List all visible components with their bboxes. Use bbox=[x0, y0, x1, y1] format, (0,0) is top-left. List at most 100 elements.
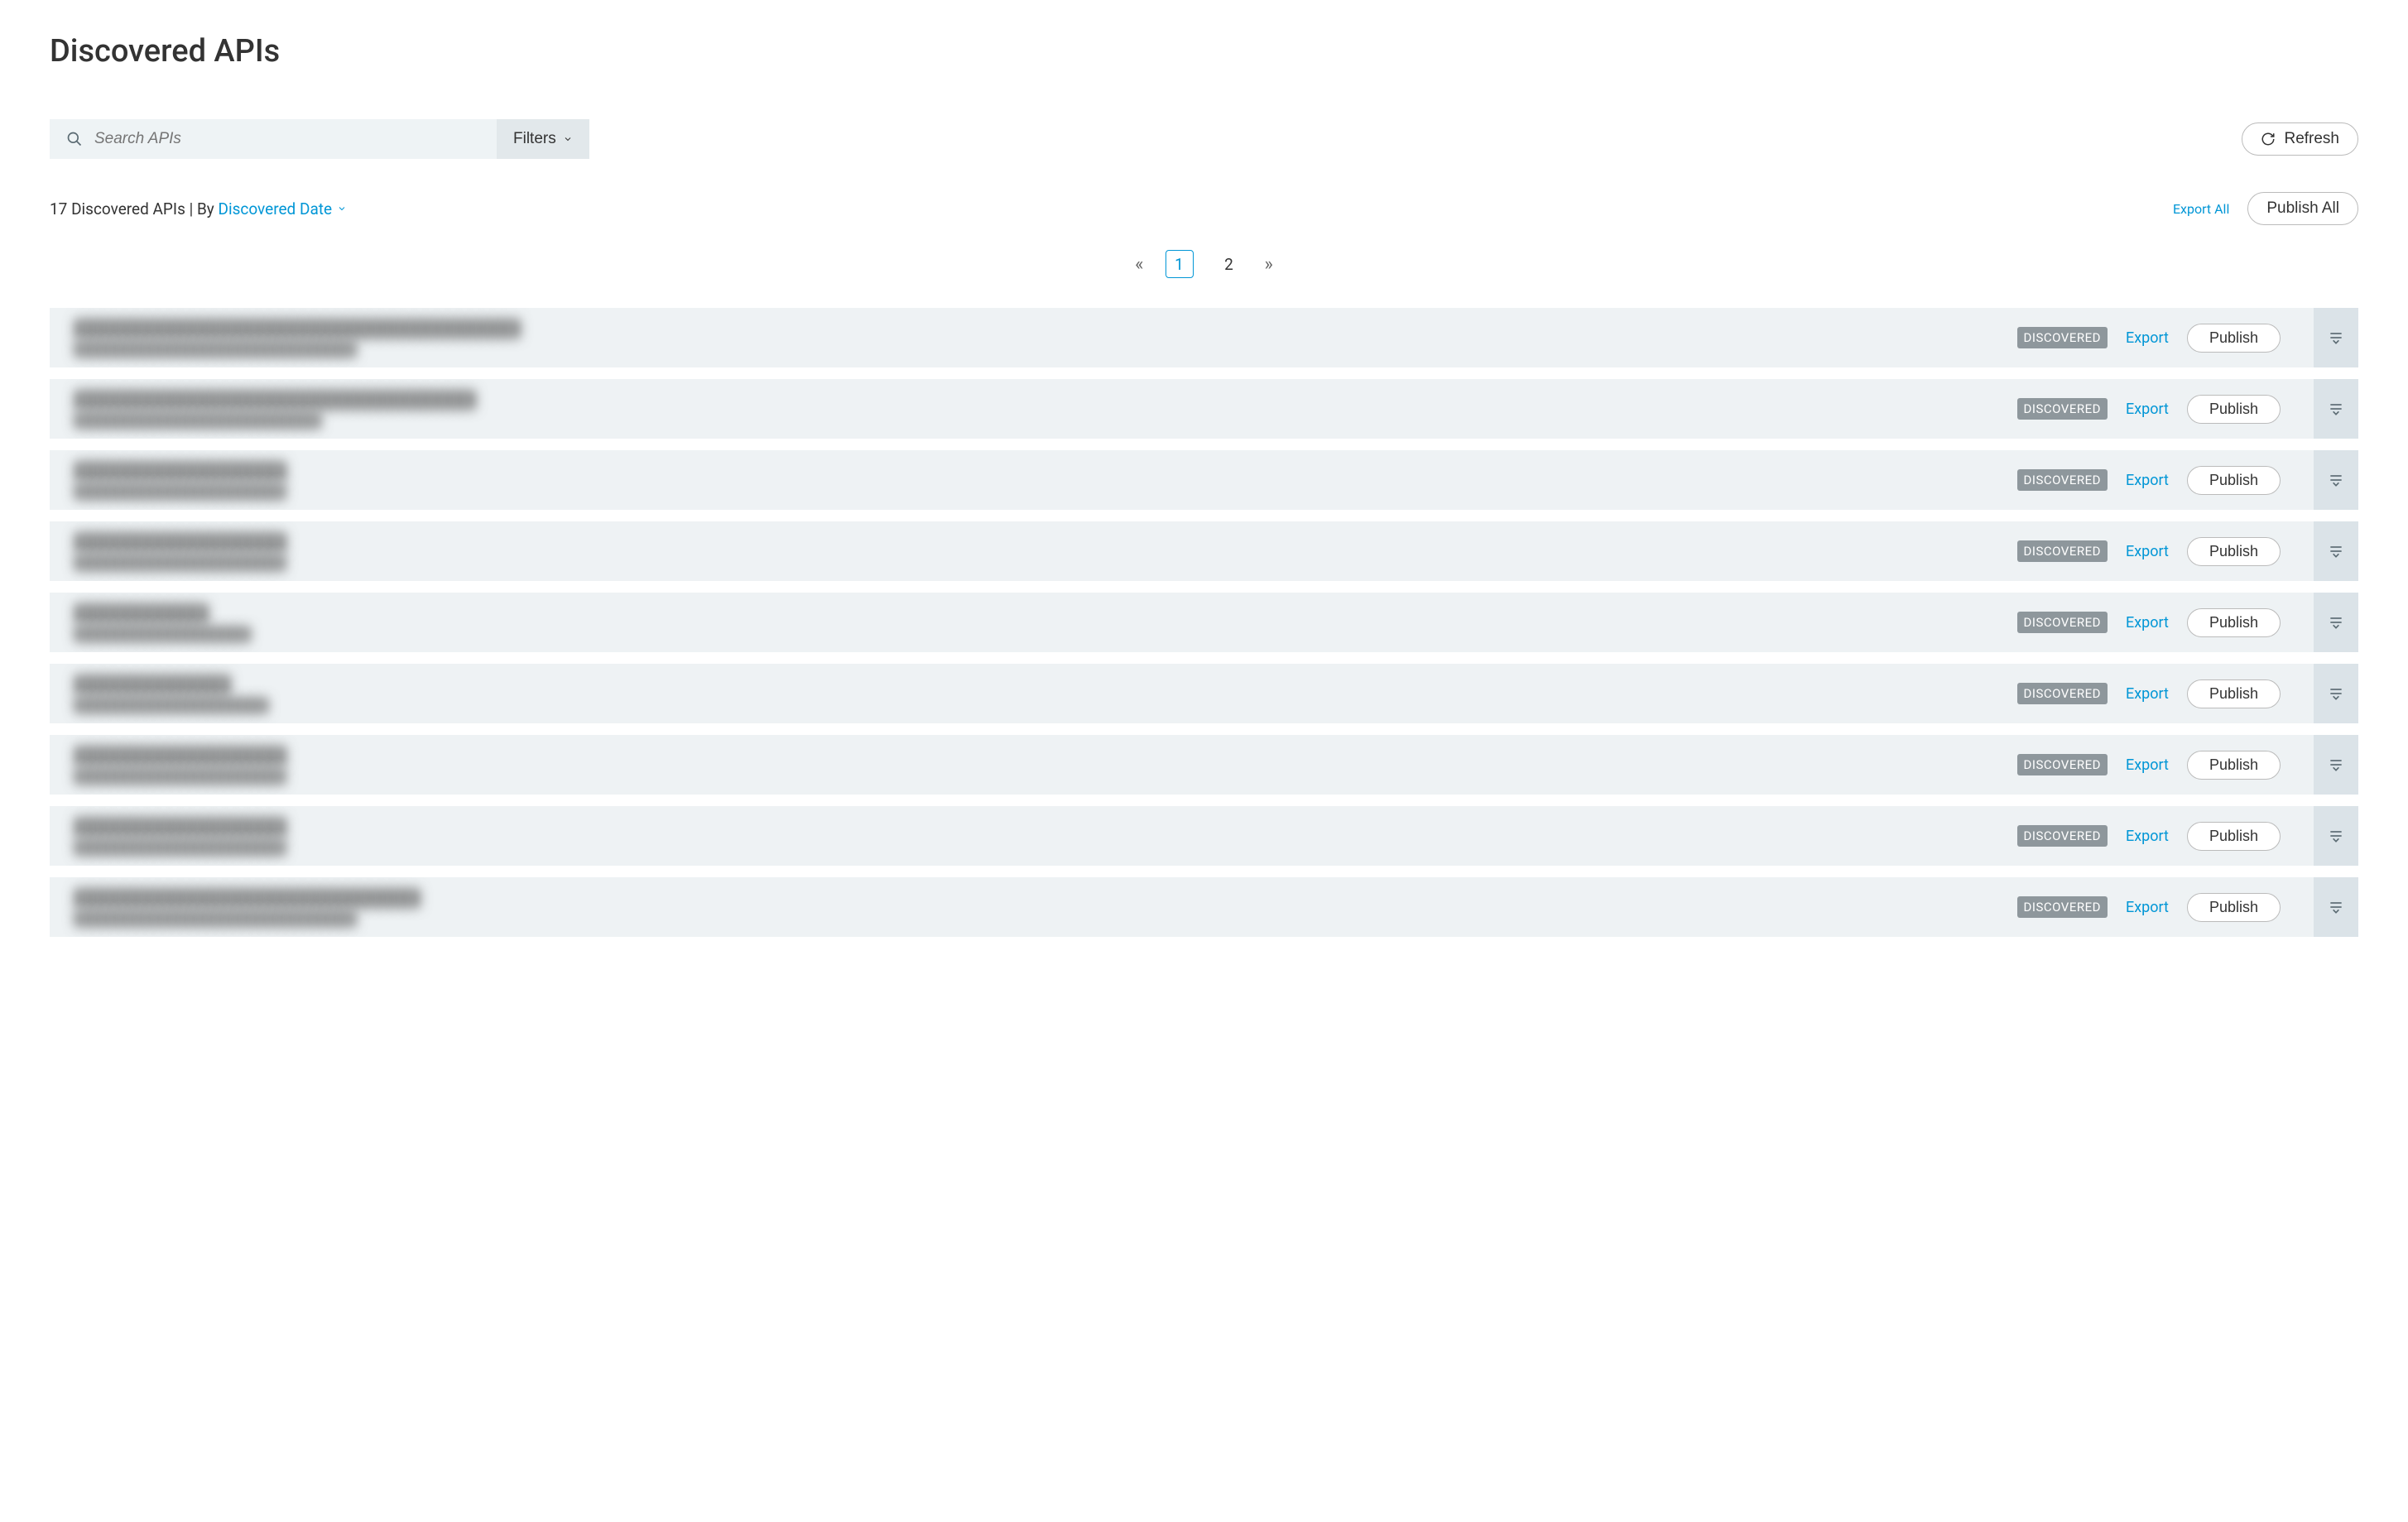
api-info[interactable]: ████████████████████████████████████████… bbox=[50, 521, 2017, 581]
api-row: ████████████████████████████████████████… bbox=[50, 450, 2358, 510]
export-all-link[interactable]: Export All bbox=[2173, 201, 2229, 217]
api-title: ████████████████████████████████████████ bbox=[74, 319, 1992, 338]
api-subtitle: ████████████████████████ bbox=[74, 555, 1992, 570]
menu-icon bbox=[2328, 401, 2344, 417]
row-menu-button[interactable] bbox=[2314, 521, 2358, 581]
publish-button[interactable]: Publish bbox=[2187, 751, 2281, 780]
row-menu-button[interactable] bbox=[2314, 877, 2358, 937]
menu-icon bbox=[2328, 614, 2344, 631]
export-link[interactable]: Export bbox=[2126, 685, 2169, 703]
api-info[interactable]: ████████████████████████████████████████… bbox=[50, 735, 2017, 795]
export-link[interactable]: Export bbox=[2126, 401, 2169, 418]
api-actions: DISCOVERED Export Publish bbox=[2017, 877, 2358, 937]
api-row: ████████████████████████████████████DISC… bbox=[50, 664, 2358, 723]
refresh-icon bbox=[2261, 132, 2276, 146]
row-menu-button[interactable] bbox=[2314, 379, 2358, 439]
api-title: ███████████████████ bbox=[74, 532, 1992, 552]
menu-icon bbox=[2328, 685, 2344, 702]
api-subtitle: ██████████████████████ bbox=[74, 698, 1992, 713]
search-wrapper bbox=[50, 119, 497, 159]
page-title: Discovered APIs bbox=[50, 33, 2358, 70]
api-subtitle: ████████████████████████ bbox=[74, 840, 1992, 855]
menu-icon bbox=[2328, 756, 2344, 773]
status-badge: DISCOVERED bbox=[2017, 612, 2108, 633]
publish-all-button[interactable]: Publish All bbox=[2247, 192, 2358, 225]
api-subtitle: ████████████████████████████████ bbox=[74, 911, 1992, 926]
search-group: Filters bbox=[50, 119, 589, 159]
meta-right: Export All Publish All bbox=[2173, 192, 2358, 225]
status-badge: DISCOVERED bbox=[2017, 398, 2108, 420]
publish-button[interactable]: Publish bbox=[2187, 466, 2281, 495]
publish-all-label: Publish All bbox=[2266, 199, 2339, 218]
publish-button[interactable]: Publish bbox=[2187, 822, 2281, 851]
row-menu-button[interactable] bbox=[2314, 308, 2358, 367]
menu-icon bbox=[2328, 472, 2344, 488]
api-info[interactable]: ████████████████████████████████████████… bbox=[50, 308, 2017, 367]
status-badge: DISCOVERED bbox=[2017, 683, 2108, 704]
export-link[interactable]: Export bbox=[2126, 899, 2169, 916]
export-link[interactable]: Export bbox=[2126, 472, 2169, 489]
api-info[interactable]: ████████████████████████████████ bbox=[50, 593, 2017, 652]
status-badge: DISCOVERED bbox=[2017, 754, 2108, 775]
api-actions: DISCOVERED Export Publish bbox=[2017, 735, 2358, 795]
menu-icon bbox=[2328, 329, 2344, 346]
export-link[interactable]: Export bbox=[2126, 756, 2169, 774]
api-row: ████████████████████████████████████████… bbox=[50, 308, 2358, 367]
api-info[interactable]: ████████████████████████████████████████… bbox=[50, 877, 2017, 937]
api-title: ██████████████ bbox=[74, 675, 1992, 694]
row-menu-button[interactable] bbox=[2314, 735, 2358, 795]
api-info[interactable]: ████████████████████████████████████████… bbox=[50, 450, 2017, 510]
refresh-button[interactable]: Refresh bbox=[2242, 122, 2358, 156]
publish-button[interactable]: Publish bbox=[2187, 608, 2281, 637]
export-link[interactable]: Export bbox=[2126, 543, 2169, 560]
toolbar: Filters Refresh bbox=[50, 119, 2358, 159]
api-row: ████████████████████████████████████████… bbox=[50, 877, 2358, 937]
api-actions: DISCOVERED Export Publish bbox=[2017, 664, 2358, 723]
sort-field: Discovered Date bbox=[219, 199, 333, 218]
api-row: ████████████████████████████████DISCOVER… bbox=[50, 593, 2358, 652]
status-badge: DISCOVERED bbox=[2017, 540, 2108, 562]
publish-button[interactable]: Publish bbox=[2187, 679, 2281, 708]
publish-button[interactable]: Publish bbox=[2187, 324, 2281, 353]
menu-icon bbox=[2328, 828, 2344, 844]
filters-label: Filters bbox=[513, 130, 556, 148]
search-icon bbox=[66, 131, 83, 147]
filters-button[interactable]: Filters bbox=[497, 119, 589, 159]
api-title: ████████████████████████████████████ bbox=[74, 390, 1992, 410]
row-menu-button[interactable] bbox=[2314, 593, 2358, 652]
pagination-page-2[interactable]: 2 bbox=[1215, 250, 1243, 278]
pagination-page-1[interactable]: 1 bbox=[1166, 250, 1194, 278]
row-menu-button[interactable] bbox=[2314, 664, 2358, 723]
api-subtitle: ████████████████████████████ bbox=[74, 413, 1992, 428]
publish-button[interactable]: Publish bbox=[2187, 395, 2281, 424]
meta-row: 17 Discovered APIs | By Discovered Date … bbox=[50, 192, 2358, 225]
row-menu-button[interactable] bbox=[2314, 450, 2358, 510]
api-title: ███████████████████ bbox=[74, 746, 1992, 766]
publish-button[interactable]: Publish bbox=[2187, 893, 2281, 922]
api-info[interactable]: ████████████████████████████████████████… bbox=[50, 806, 2017, 866]
sort-prefix: By bbox=[197, 199, 214, 218]
status-badge: DISCOVERED bbox=[2017, 896, 2108, 918]
api-actions: DISCOVERED Export Publish bbox=[2017, 593, 2358, 652]
meta-divider: | bbox=[190, 199, 197, 218]
publish-button[interactable]: Publish bbox=[2187, 537, 2281, 566]
api-row: ████████████████████████████████████████… bbox=[50, 806, 2358, 866]
api-list: ████████████████████████████████████████… bbox=[50, 308, 2358, 937]
api-info[interactable]: ████████████████████████████████████████… bbox=[50, 379, 2017, 439]
row-menu-button[interactable] bbox=[2314, 806, 2358, 866]
export-link[interactable]: Export bbox=[2126, 614, 2169, 631]
export-link[interactable]: Export bbox=[2126, 329, 2169, 347]
chevron-down-icon bbox=[563, 134, 573, 144]
export-link[interactable]: Export bbox=[2126, 828, 2169, 845]
search-input[interactable] bbox=[94, 130, 480, 148]
api-row: ████████████████████████████████████████… bbox=[50, 379, 2358, 439]
sort-dropdown[interactable]: Discovered Date bbox=[219, 199, 348, 218]
api-info[interactable]: ████████████████████████████████████ bbox=[50, 664, 2017, 723]
api-actions: DISCOVERED Export Publish bbox=[2017, 379, 2358, 439]
api-subtitle: ████████████████████████ bbox=[74, 484, 1992, 499]
api-actions: DISCOVERED Export Publish bbox=[2017, 521, 2358, 581]
api-title: ███████████████████ bbox=[74, 461, 1992, 481]
status-badge: DISCOVERED bbox=[2017, 327, 2108, 348]
pagination-last[interactable]: » bbox=[1265, 254, 1273, 275]
pagination-first[interactable]: « bbox=[1135, 254, 1143, 275]
